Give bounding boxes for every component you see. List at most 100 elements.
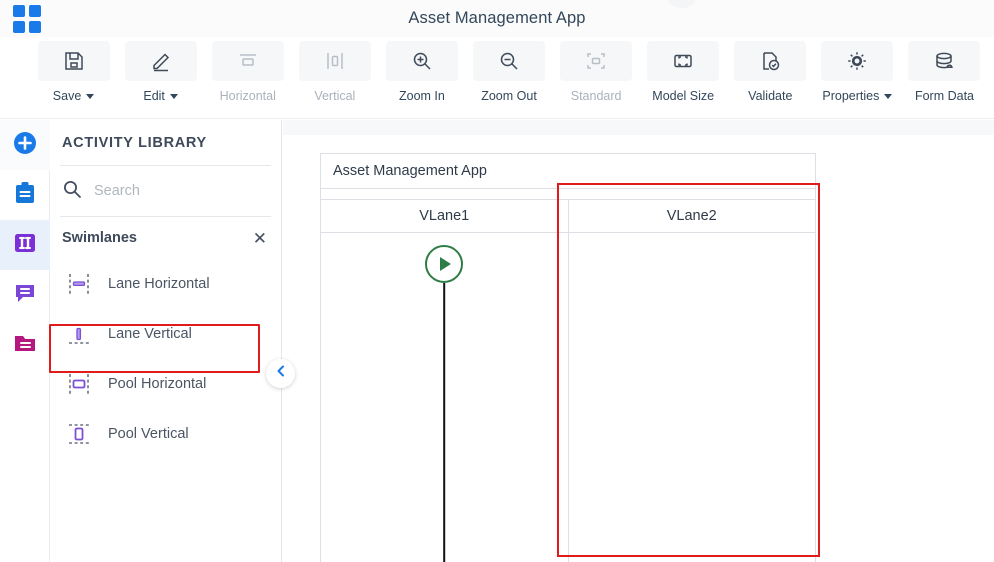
pool-divider-strip — [321, 189, 815, 200]
library-item-label: Lane Horizontal — [108, 276, 210, 292]
toolbar-label-text: Vertical — [314, 89, 356, 103]
activity-library-title: ACTIVITY LIBRARY — [62, 134, 207, 151]
pool-vertical-icon — [64, 419, 94, 449]
toolbar-zoom-in-button[interactable]: Zoom In — [384, 37, 459, 109]
chevron-down-icon — [86, 94, 95, 99]
launcher-square — [29, 21, 41, 33]
library-item-label: Pool Horizontal — [108, 376, 207, 392]
toolbar-label-text: Save — [52, 89, 82, 103]
toolbar-zoom-out-button[interactable]: Zoom Out — [471, 37, 546, 109]
folder-icon — [12, 330, 38, 361]
toolbar-label-text: Properties — [822, 89, 880, 103]
top-notch-decoration — [668, 0, 696, 8]
pool-asset-management-app[interactable]: Asset Management App VLane1 VLane2 — [320, 153, 816, 562]
toolbar-label-text: Zoom In — [398, 89, 445, 103]
panel-collapse-button[interactable] — [266, 359, 295, 388]
swimlane-icon — [12, 230, 38, 261]
save-icon — [37, 41, 110, 81]
toolbar-edit-button[interactable]: Edit — [123, 37, 198, 109]
rail-item-comments[interactable] — [0, 270, 50, 320]
add-icon — [11, 129, 39, 162]
rail-item-folder[interactable] — [0, 320, 50, 370]
library-item-label: Pool Vertical — [108, 426, 189, 442]
library-group-header: Swimlanes ✕ — [50, 217, 281, 259]
diagram-canvas[interactable]: Asset Management App VLane1 VLane2 — [283, 120, 994, 562]
search-input[interactable] — [94, 183, 244, 199]
chevron-down-icon — [169, 94, 178, 99]
toolbar-label-text: Model Size — [652, 89, 715, 103]
library-item-lane-vertical[interactable]: Lane Vertical — [50, 309, 281, 359]
rail-item-add[interactable] — [0, 120, 50, 170]
canvas-surface[interactable]: Asset Management App VLane1 VLane2 — [283, 120, 994, 562]
toolbar-standard-button[interactable]: Standard — [559, 37, 634, 109]
lane-vlane2[interactable]: VLane2 — [567, 200, 816, 562]
toolbar-label: Validate — [748, 89, 792, 103]
toolbar-model-size-button[interactable]: Model Size — [646, 37, 721, 109]
library-item-lane-horizontal[interactable]: Lane Horizontal — [50, 259, 281, 309]
lane-title: VLane2 — [568, 200, 815, 233]
play-icon — [440, 257, 452, 271]
start-event-node[interactable] — [425, 245, 464, 283]
pool-header[interactable]: Asset Management App — [321, 154, 815, 189]
toolbar-validate-button[interactable]: Validate — [733, 37, 808, 109]
launcher-square — [13, 5, 25, 17]
toolbar-label-text: Zoom Out — [481, 89, 537, 103]
pool-label: Asset Management App — [333, 163, 487, 179]
app-launcher-icon[interactable] — [12, 4, 42, 34]
library-item-pool-vertical[interactable]: Pool Vertical — [50, 409, 281, 459]
toolbar-save-button[interactable]: Save — [36, 37, 111, 109]
canvas-top-shade — [283, 120, 994, 135]
search-row — [50, 166, 281, 216]
left-icon-rail — [0, 120, 50, 562]
toolbar-label: Zoom Out — [481, 89, 537, 103]
gear-icon — [821, 41, 894, 81]
toolbar-label: Vertical — [314, 89, 355, 103]
toolbar-form-data-button[interactable]: Form Data — [907, 37, 982, 109]
toolbar-label-text: Standard — [570, 89, 622, 103]
rail-item-swimlanes[interactable] — [0, 220, 50, 270]
clipboard-icon — [12, 180, 38, 211]
close-icon[interactable]: ✕ — [253, 230, 267, 247]
library-item-pool-horizontal[interactable]: Pool Horizontal — [50, 359, 281, 409]
comment-icon — [12, 280, 38, 311]
zoom-in-icon — [385, 41, 458, 81]
chevron-left-icon — [274, 364, 288, 383]
search-icon — [62, 179, 82, 204]
horizontal-align-icon — [211, 41, 284, 81]
lane-horizontal-icon — [64, 269, 94, 299]
lane-title: VLane1 — [321, 200, 568, 233]
lane-body[interactable] — [321, 233, 568, 562]
lane-vertical-icon — [64, 319, 94, 349]
toolbar-label-text: Edit — [143, 89, 165, 103]
toolbar-vertical-button[interactable]: Vertical — [297, 37, 372, 109]
toolbar-label: Zoom In — [399, 89, 445, 103]
rail-item-clipboard[interactable] — [0, 170, 50, 220]
sequence-flow-connector[interactable] — [443, 283, 446, 562]
toolbar-label-text: Validate — [748, 89, 793, 103]
toolbar-properties-button[interactable]: Properties — [820, 37, 895, 109]
toolbar-horizontal-button[interactable]: Horizontal — [210, 37, 285, 109]
vertical-align-icon — [298, 41, 371, 81]
toolbar-label: Horizontal — [220, 89, 276, 103]
zoom-out-icon — [473, 41, 546, 81]
lane-body[interactable] — [569, 233, 816, 562]
pool-horizontal-icon — [64, 369, 94, 399]
validate-icon — [734, 41, 807, 81]
toolbar-label: Model Size — [652, 89, 714, 103]
library-item-label: Lane Vertical — [108, 326, 192, 342]
toolbar-label: Properties — [822, 89, 893, 103]
title-bar: Asset Management App — [0, 0, 994, 37]
main-toolbar: Save Edit Horizontal Vertical Zoom In Zo… — [0, 37, 994, 119]
lane-container: VLane1 VLane2 — [321, 200, 815, 562]
activity-library-panel: ACTIVITY LIBRARY Swimlanes ✕ Lane Horizo — [50, 120, 282, 562]
chevron-down-icon — [884, 94, 893, 99]
application-window: Asset Management App Save Edit Horizonta… — [0, 0, 994, 562]
standard-size-icon — [560, 41, 633, 81]
toolbar-label: Form Data — [915, 89, 974, 103]
toolbar-label: Save — [53, 89, 95, 103]
toolbar-label-text: Form Data — [914, 89, 974, 103]
lane-vlane1[interactable]: VLane1 — [321, 200, 568, 562]
launcher-square — [13, 21, 25, 33]
database-icon — [908, 41, 981, 81]
toolbar-label: Edit — [143, 89, 178, 103]
